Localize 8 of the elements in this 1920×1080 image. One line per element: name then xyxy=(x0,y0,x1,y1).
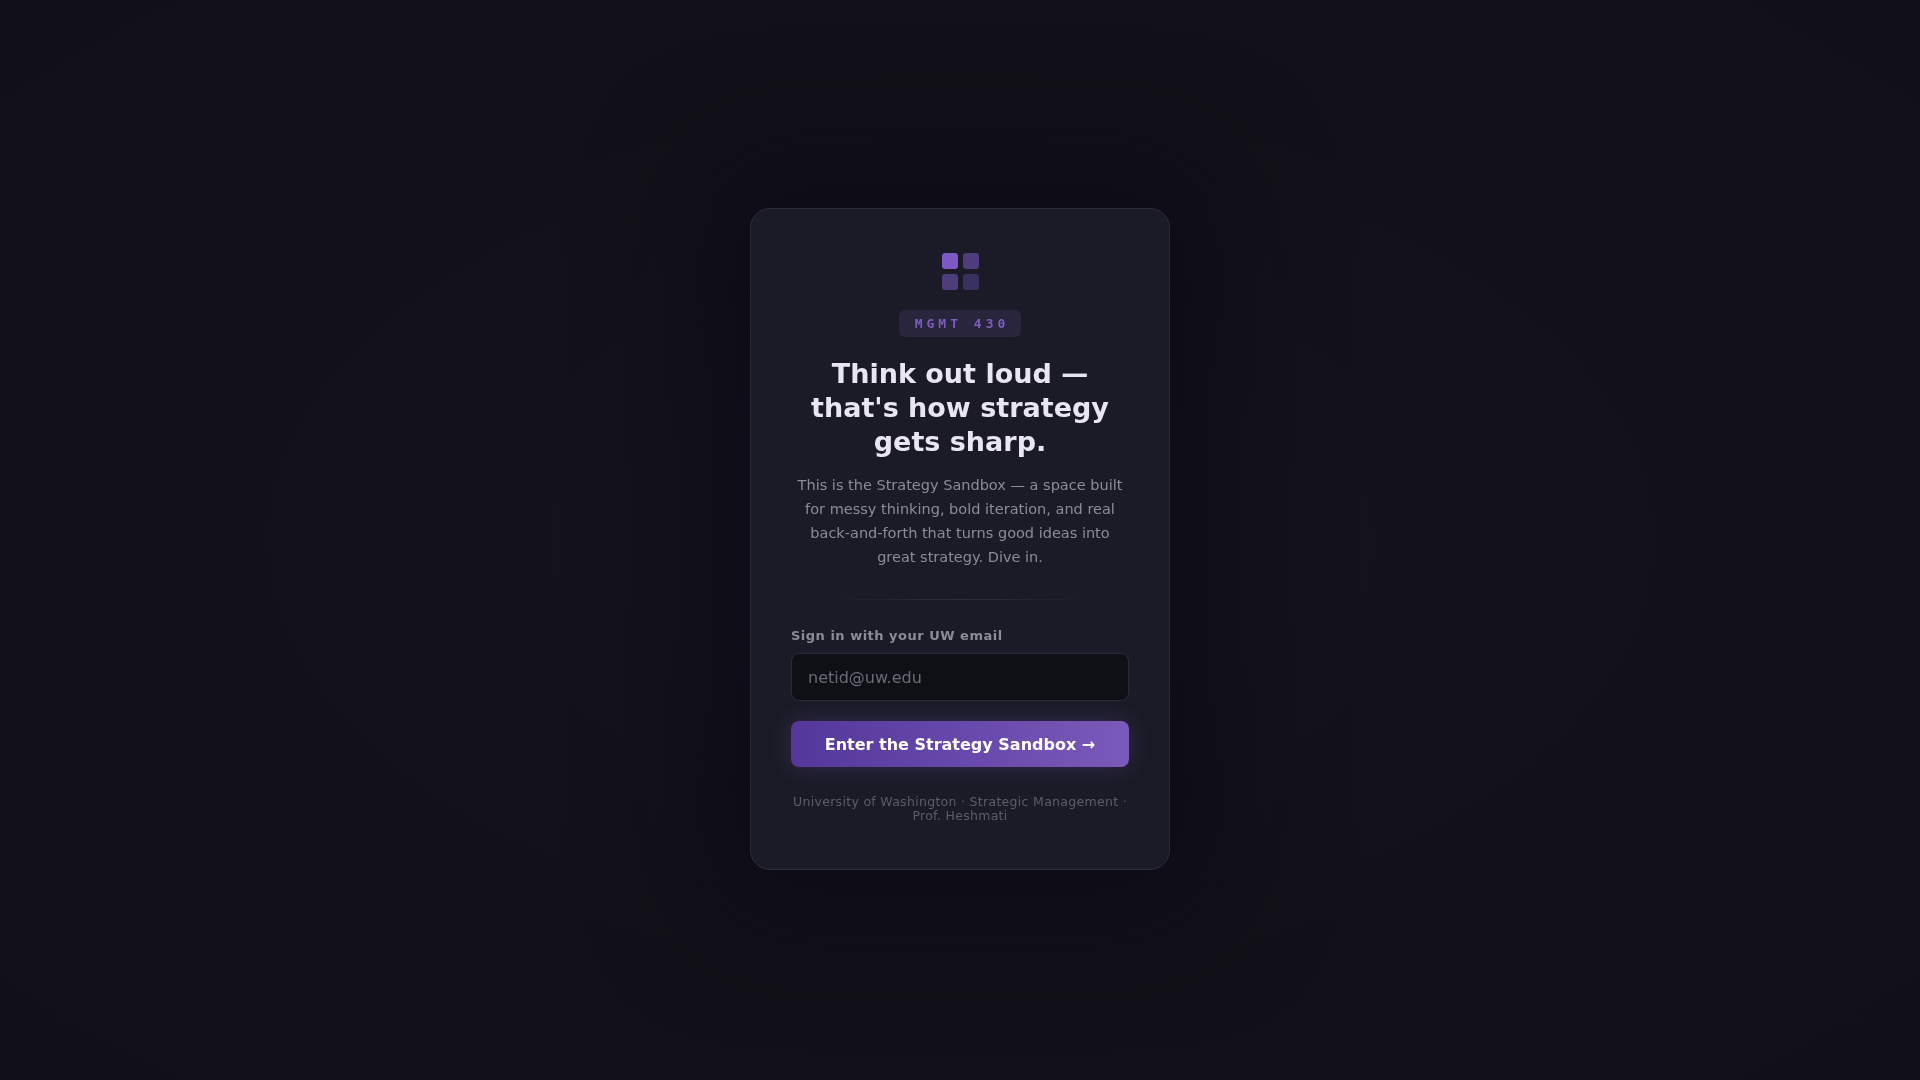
headline: Think out loud — that's how strategy gets sharp. xyxy=(810,357,1110,459)
grid-logo-icon xyxy=(941,253,979,290)
description: This is the Strategy Sandbox — a space built for messy thinking, bold iteration, and real back-and-forth that turns good ideas into great strategy. Dive in. xyxy=(796,476,1124,567)
email-field[interactable]: netid@uw.edu xyxy=(791,653,1129,701)
footer-text: University of Washington · Strategic Management · Prof. Heshmati xyxy=(792,795,1128,823)
enter-button[interactable]: Enter the Strategy Sandbox → xyxy=(791,721,1129,767)
email-label: Sign in with your UW email xyxy=(791,628,1004,643)
course-badge: MGMT 430 xyxy=(898,310,1022,337)
